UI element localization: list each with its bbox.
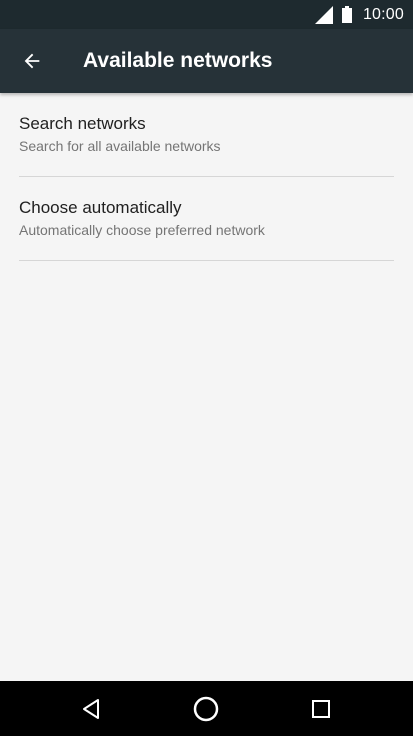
nav-recents-button[interactable] bbox=[293, 681, 349, 736]
list-item-title: Search networks bbox=[19, 114, 146, 133]
nav-back-button[interactable] bbox=[64, 681, 120, 736]
back-button[interactable] bbox=[4, 33, 60, 89]
battery-icon bbox=[341, 6, 352, 23]
recents-square-icon bbox=[312, 699, 330, 718]
status-clock: 10:00 bbox=[362, 5, 404, 23]
divider bbox=[19, 260, 394, 261]
page-title: Available networks bbox=[83, 49, 273, 72]
screen: 10:00 Available networks Search networks… bbox=[0, 0, 413, 736]
search-networks-item[interactable]: Search networks Search for all available… bbox=[0, 93, 413, 177]
signal-icon bbox=[314, 5, 333, 24]
navigation-bar bbox=[0, 681, 413, 736]
list-item-subtitle: Search for all available networks bbox=[19, 138, 221, 154]
nav-home-button[interactable] bbox=[178, 681, 234, 736]
list-item-subtitle: Automatically choose preferred network bbox=[19, 222, 265, 238]
back-triangle-icon bbox=[83, 698, 99, 719]
choose-automatically-item[interactable]: Choose automatically Automatically choos… bbox=[0, 177, 413, 261]
settings-list: Search networks Search for all available… bbox=[0, 93, 413, 261]
home-circle-icon bbox=[193, 696, 219, 721]
list-item-title: Choose automatically bbox=[19, 198, 182, 217]
status-bar: 10:00 bbox=[0, 0, 413, 29]
arrow-back-icon bbox=[24, 53, 40, 69]
app-bar: Available networks bbox=[0, 29, 413, 93]
